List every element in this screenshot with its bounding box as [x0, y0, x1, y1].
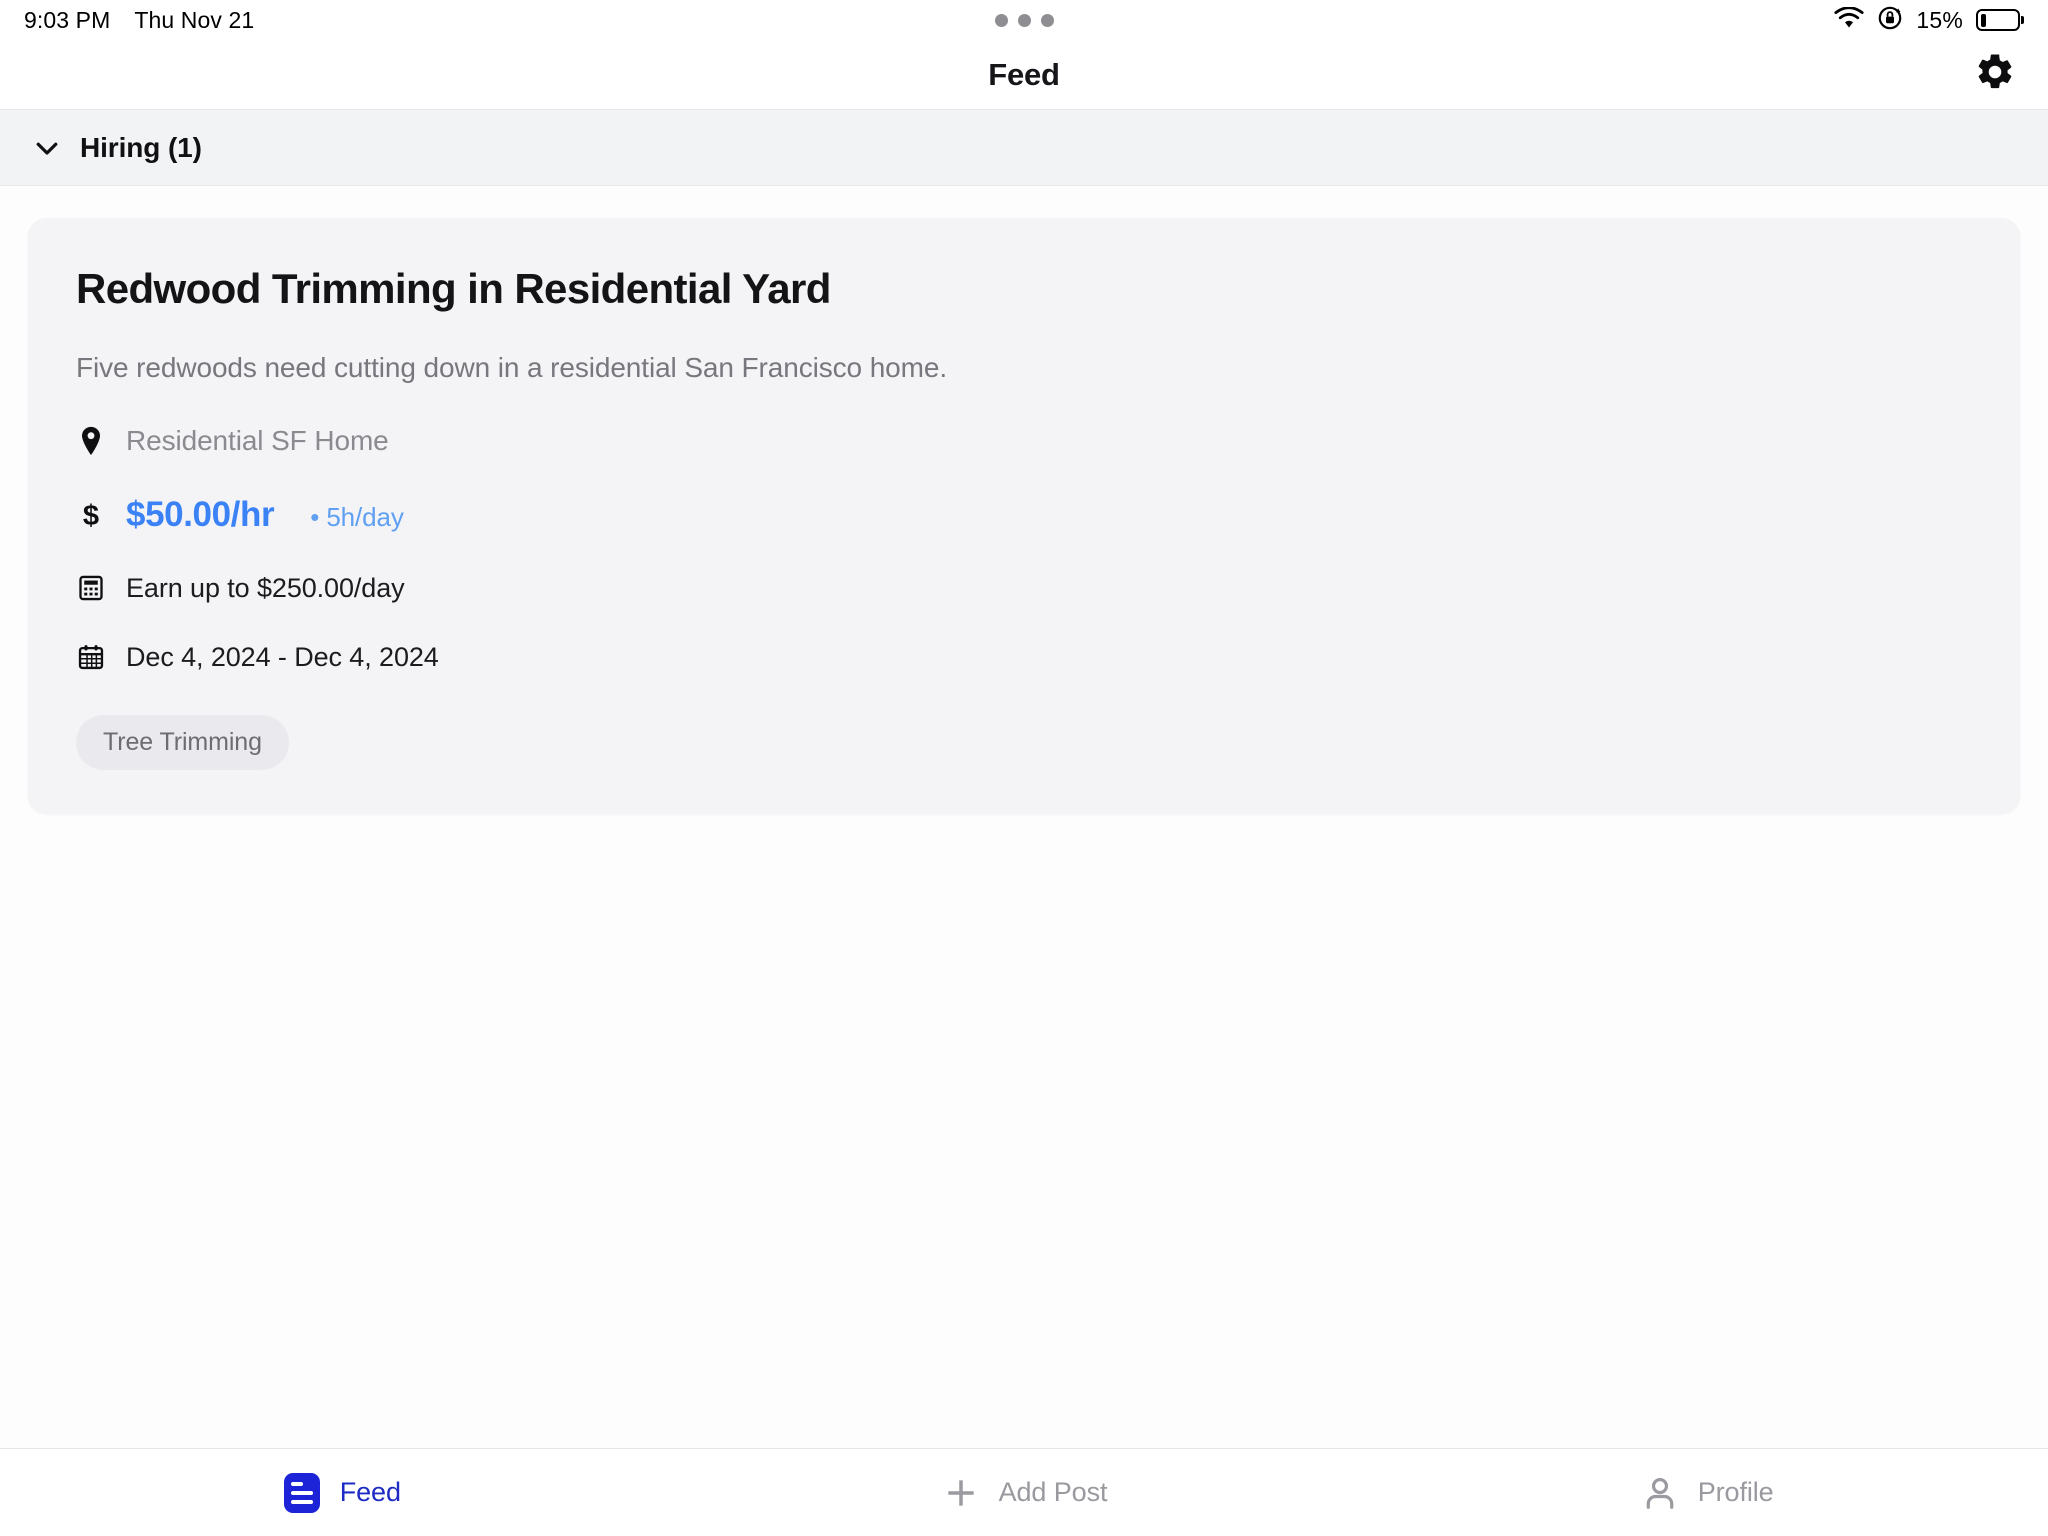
job-pay-rate: $50.00/hr: [126, 494, 275, 534]
tab-profile[interactable]: Profile: [1365, 1449, 2048, 1536]
status-bar-right: 15%: [1834, 5, 2020, 36]
job-date-row: Dec 4, 2024 - Dec 4, 2024: [76, 642, 1972, 673]
job-post-card[interactable]: Redwood Trimming in Residential Yard Fiv…: [28, 218, 2020, 814]
settings-button[interactable]: [1968, 48, 2022, 102]
section-header-hiring[interactable]: Hiring (1): [0, 110, 2048, 186]
job-tag-chip[interactable]: Tree Trimming: [76, 714, 289, 770]
status-time: 9:03 PM: [24, 6, 111, 33]
tab-feed[interactable]: Feed: [0, 1449, 683, 1536]
status-bar: 9:03 PM Thu Nov 21 15%: [0, 0, 2048, 40]
map-pin-icon: [76, 426, 106, 456]
nav-bar: Feed: [0, 40, 2048, 110]
tab-add-post[interactable]: Add Post: [683, 1449, 1366, 1536]
bottom-tab-bar: Feed Add Post Profile: [0, 1448, 2048, 1536]
dollar-sign-icon: $: [76, 499, 106, 531]
job-location-row: Residential SF Home: [76, 425, 1972, 457]
plus-icon: [941, 1473, 981, 1513]
page-title: Feed: [988, 56, 1060, 92]
job-pay-row: $ $50.00/hr • 5h/day: [76, 495, 1972, 535]
job-pay-hours: • 5h/day: [310, 501, 404, 532]
battery-percent: 15%: [1916, 6, 1963, 33]
job-tags: Tree Trimming: [76, 714, 1972, 770]
feed-glyph: [283, 1472, 320, 1513]
rotation-lock-icon: [1877, 5, 1903, 36]
svg-text:$: $: [83, 500, 99, 531]
battery-level: [1980, 13, 1986, 27]
job-location: Residential SF Home: [126, 424, 389, 456]
feed-document-icon: [282, 1472, 322, 1513]
feed-line: [290, 1481, 303, 1486]
multitask-dots-icon[interactable]: [994, 13, 1054, 27]
person-icon: [1640, 1473, 1680, 1513]
tab-profile-label: Profile: [1697, 1477, 1774, 1507]
app-screen: 9:03 PM Thu Nov 21 15% Feed Hiring (1) R…: [0, 0, 2048, 1536]
multitask-dot: [1040, 13, 1054, 27]
job-earnings-row: Earn up to $250.00/day: [76, 573, 1972, 604]
section-title: Hiring (1): [80, 131, 202, 163]
status-bar-center: [0, 0, 2048, 40]
chevron-down-icon[interactable]: [32, 133, 62, 163]
calendar-icon: [76, 643, 106, 671]
feed-line: [290, 1490, 313, 1495]
gear-icon: [1974, 51, 2016, 98]
tab-add-post-label: Add Post: [998, 1477, 1108, 1507]
tab-feed-label: Feed: [339, 1477, 401, 1507]
job-earnings: Earn up to $250.00/day: [126, 572, 405, 603]
job-title: Redwood Trimming in Residential Yard: [76, 265, 831, 312]
status-date: Thu Nov 21: [134, 6, 255, 33]
battery-icon: [1976, 9, 2020, 31]
multitask-dot: [1017, 13, 1031, 27]
status-bar-left: 9:03 PM Thu Nov 21: [24, 7, 254, 34]
job-date-range: Dec 4, 2024 - Dec 4, 2024: [126, 641, 439, 672]
feed-line: [290, 1499, 313, 1504]
job-description: Five redwoods need cutting down in a res…: [76, 352, 948, 384]
calculator-icon: [76, 574, 106, 602]
feed-content: Redwood Trimming in Residential Yard Fiv…: [0, 186, 2048, 1448]
wifi-icon: [1834, 5, 1864, 34]
multitask-dot: [994, 13, 1008, 27]
